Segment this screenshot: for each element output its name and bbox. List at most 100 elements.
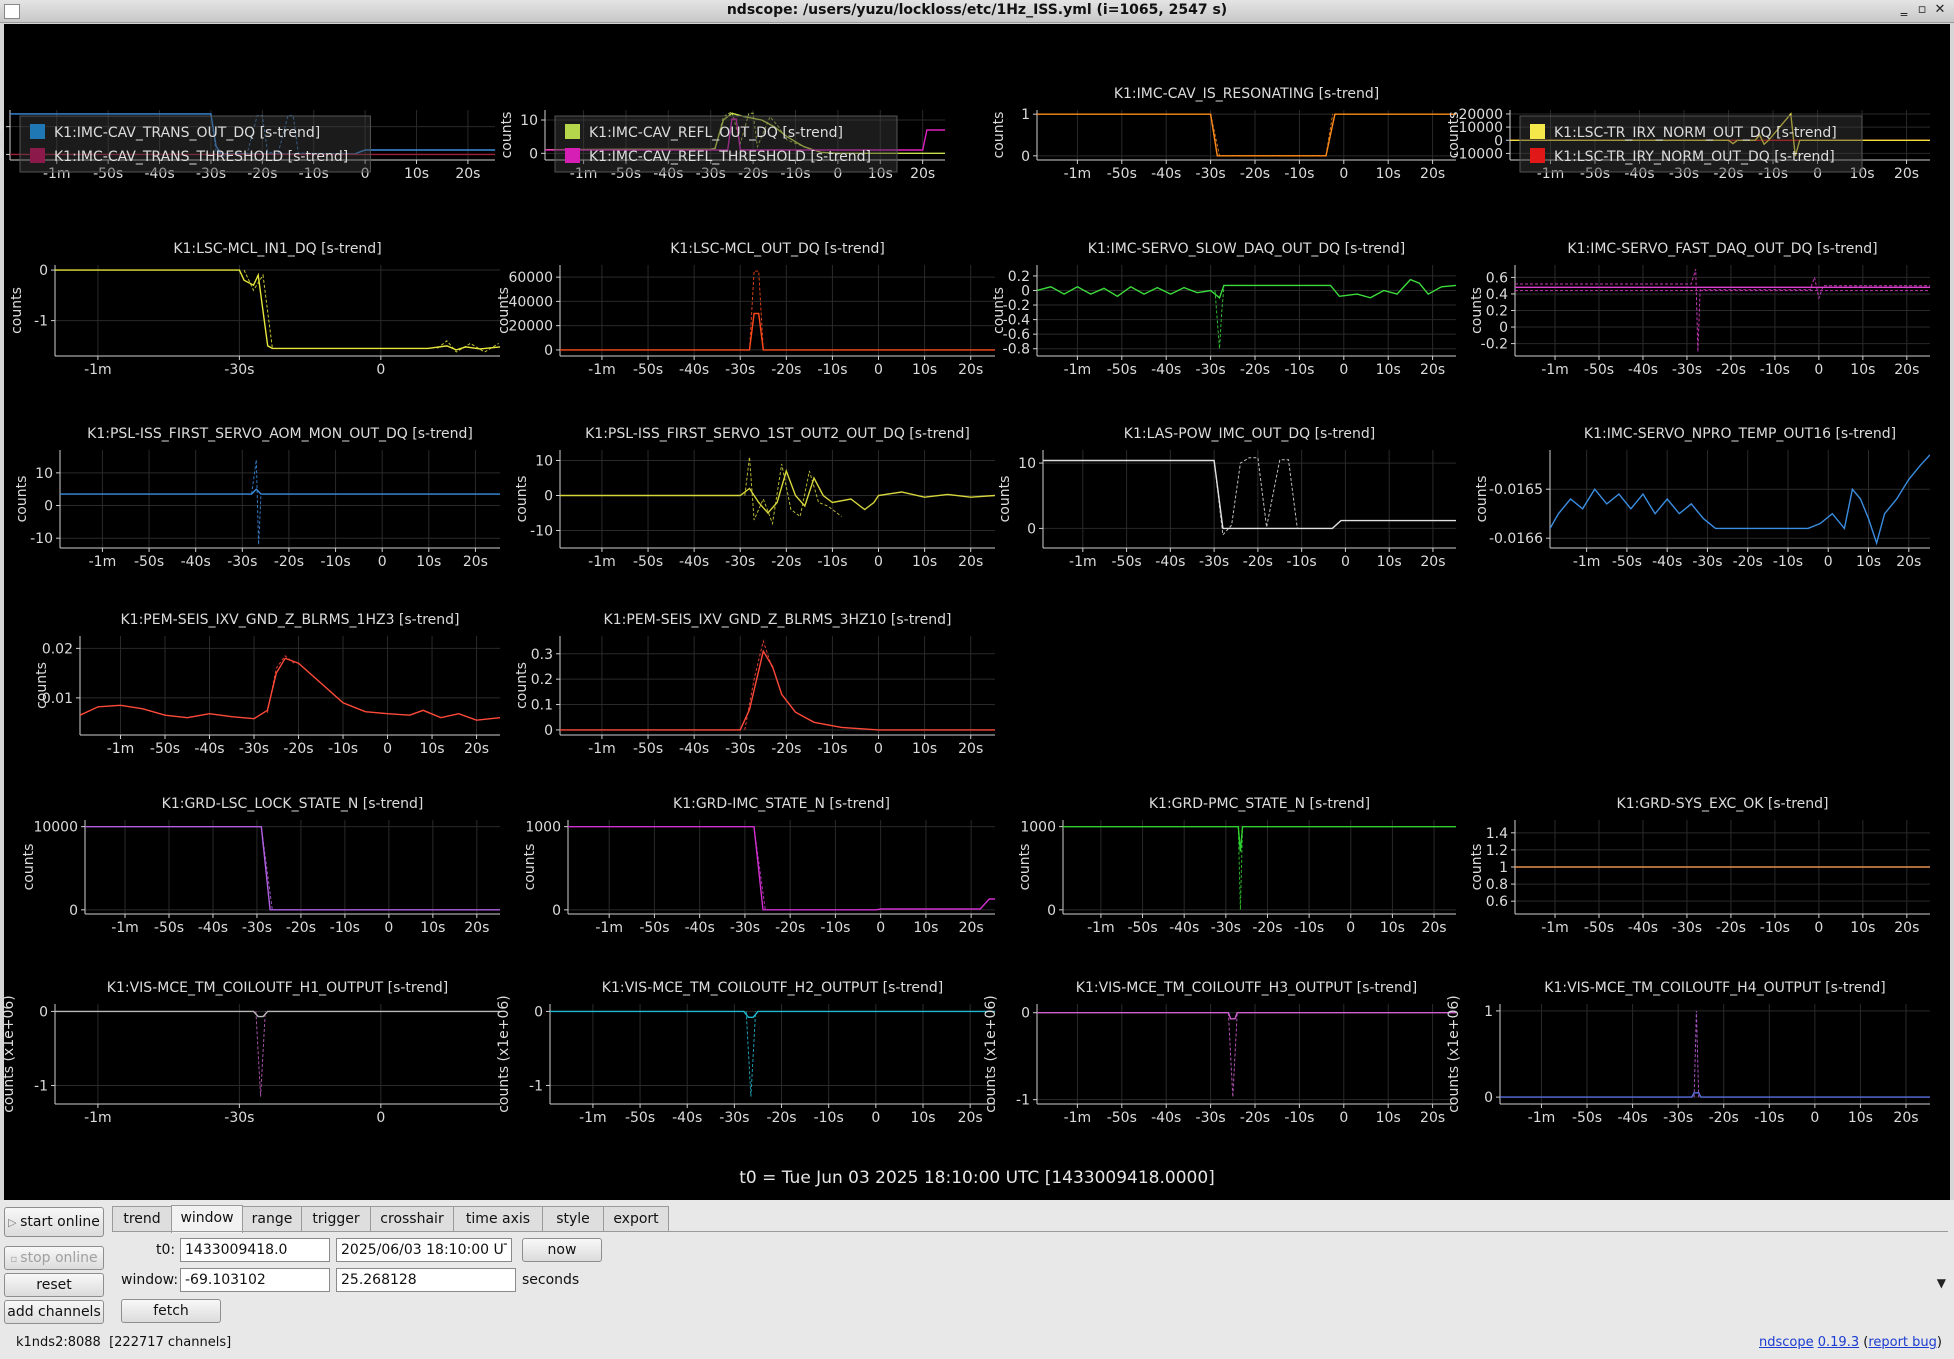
- plot-canvas[interactable]: -1m -50s -40s -30s -20s -10s 0 10s 20s -10 0 10 coun…: [514, 426, 995, 570]
- plot-p8[interactable]: -1m -50s -40s -30s -20s -10s 0 10s 20s -0.2 0 0.2 0.…: [1469, 241, 1930, 378]
- plot-p13[interactable]: -1m -50s -40s -30s -20s -10s 0 10s 20s 0.01 0.02 co…: [34, 612, 500, 757]
- window-start-input[interactable]: [180, 1268, 330, 1292]
- plot-legend[interactable]: K1:LSC-TR_IRX_NORM_OUT_DQ [s-trend] K1:LS…: [1519, 115, 1863, 173]
- plot-p19[interactable]: -1m -30s 0 -1 0 counts (x1e+06) K1:VIS-MCE_TM_…: [1, 980, 500, 1126]
- x-tick-label: 0: [1814, 362, 1823, 378]
- plot-p22[interactable]: -1m -50s -40s -30s -20s -10s 0 10s 20s 0 1 counts (…: [1446, 980, 1930, 1126]
- t0-gps-input[interactable]: [180, 1238, 330, 1262]
- y-axis-label: counts: [496, 287, 512, 334]
- legend-swatch: [1530, 148, 1545, 163]
- plot-p9[interactable]: -1m -50s -40s -30s -20s -10s 0 10s 20s -10 0 10 coun…: [14, 426, 500, 570]
- tab-time-axis[interactable]: time axis: [453, 1206, 543, 1232]
- plot-canvas[interactable]: -1m -50s -40s -30s -20s -10s 0 10s 20s-100000100…: [1446, 107, 1930, 182]
- fetch-button[interactable]: fetch: [121, 1299, 221, 1323]
- plot-p11[interactable]: -1m -50s -40s -30s -20s -10s 0 10s 20s 0 10 counts K…: [997, 426, 1456, 570]
- y-tick-label: 0: [544, 723, 553, 739]
- plot-canvas[interactable]: -1m -50s -40s -30s -20s -10s 0 10s 20s 0 1 counts K1…: [991, 86, 1456, 182]
- plot-canvas[interactable]: -1m -50s -40s -30s -20s -10s 0 10s 20s-0.200.20.…: [1469, 241, 1930, 378]
- plot-canvas[interactable]: -1m -50s -40s -30s -20s -10s 0 10s 20s -1 0 counts …: [496, 980, 995, 1126]
- plot-canvas[interactable]: -1m -50s -40s -30s -20s -10s 0 10s 20s 0 10000 coun…: [21, 796, 500, 936]
- plot-canvas[interactable]: -1m -50s -40s -30s -20s -10s 0 10s 20s-0.8-0.6-0…: [991, 241, 1456, 378]
- plot-canvas[interactable]: -1m -50s -40s -30s -20s -10s 0 10s 20s -1 0 counts …: [983, 980, 1456, 1126]
- plot-p2[interactable]: -1m -50s -40s -30s -20s -10s 0 10s 20s 0 10 counts K…: [499, 110, 945, 182]
- trend-minmax-line: [744, 639, 773, 730]
- x-tick-label: -10s: [330, 920, 360, 936]
- minimize-icon[interactable]: ‗: [1896, 2, 1912, 17]
- tab-trend[interactable]: trend: [112, 1206, 172, 1232]
- trend-minmax-line: [1213, 457, 1298, 537]
- plot-p17[interactable]: -1m -50s -40s -30s -20s -10s 0 10s 20s 0 1000 count…: [1017, 796, 1456, 936]
- plot-p21[interactable]: -1m -50s -40s -30s -20s -10s 0 10s 20s -1 0 counts …: [983, 980, 1456, 1126]
- ndscope-link[interactable]: ndscope: [1759, 1335, 1814, 1350]
- plot-p6[interactable]: -1m -50s -40s -30s -20s -10s 0 10s 20s 0 20000 4000…: [496, 241, 995, 378]
- plot-p14[interactable]: -1m -50s -40s -30s -20s -10s 0 10s 20s 0 0.1 0.2 0.3…: [514, 612, 995, 757]
- start-online-button[interactable]: ▷ start online: [4, 1207, 104, 1237]
- plot-p20[interactable]: -1m -50s -40s -30s -20s -10s 0 10s 20s -1 0 counts …: [496, 980, 995, 1126]
- plot-p18[interactable]: -1m -50s -40s -30s -20s -10s 0 10s 20s 0.6 0.8 1 1.2…: [1469, 796, 1930, 936]
- plot-p4[interactable]: -1m -50s -40s -30s -20s -10s 0 10s 20s -10000 0 100…: [1446, 107, 1930, 182]
- tab-range[interactable]: range: [242, 1206, 302, 1232]
- plot-canvas[interactable]: -1m -50s -40s -30s -20s -10s 0 10s 20s 0 1000 count…: [1017, 796, 1456, 936]
- x-tick-label: -40s: [1652, 554, 1682, 570]
- window-titlebar[interactable]: ndscope: /users/yuzu/lockloss/etc/1Hz_IS…: [0, 0, 1954, 23]
- t0-field-label: t0:: [156, 1242, 176, 1258]
- maximize-icon[interactable]: ▫: [1914, 2, 1930, 17]
- plot-canvas[interactable]: -1m-50s-40s-30s-20s-10s010s20s010countsK…: [499, 110, 945, 182]
- plot-canvas[interactable]: -1m -50s -40s -30s -20s -10s 0 10s 20s 0 1 counts (…: [1446, 980, 1930, 1126]
- t0-utc-input[interactable]: [336, 1238, 512, 1262]
- plot-canvas[interactable]: -1m -30s 0 -1 0 counts K1:LSC-MCL_IN1_DQ [s-tr…: [9, 241, 500, 378]
- plot-p16[interactable]: -1m -50s -40s -30s -20s -10s 0 10s 20s 0 1000 count…: [522, 796, 995, 936]
- close-icon[interactable]: ✕: [1932, 2, 1948, 17]
- plot-p10[interactable]: -1m -50s -40s -30s -20s -10s 0 10s 20s -10 0 10 coun…: [514, 426, 995, 570]
- tab-crosshair[interactable]: crosshair: [370, 1206, 454, 1232]
- y-tick-label: -1: [34, 1078, 48, 1094]
- t0-label: t0 = Tue Jun 03 2025 18:10:00 UTC [14330…: [739, 1168, 1215, 1188]
- x-tick-label: 20s: [1893, 1110, 1918, 1126]
- plot-canvas[interactable]: -1m -50s -40s -30s -20s -10s 0 10s 20s 0 0.1 0.2 0.3…: [514, 612, 995, 757]
- report-bug-link[interactable]: report bug: [1868, 1335, 1937, 1350]
- version-link[interactable]: 0.19.3: [1818, 1335, 1859, 1350]
- reset-button[interactable]: reset: [4, 1273, 104, 1297]
- stop-online-button[interactable]: ▫ stop online: [4, 1246, 104, 1270]
- plot-canvas[interactable]: -1m -50s -40s -30s -20s -10s 0 10s 20s 0.60.811.2…: [1469, 796, 1930, 936]
- tab-window[interactable]: window: [171, 1205, 243, 1233]
- plot-canvas[interactable]: -1m -50s -40s -30s -20s -10s 0 10s 20s -10 0 10 coun…: [14, 426, 500, 570]
- plot-canvas[interactable]: -1m -50s -40s -30s -20s -10s 0 10s 20s0.010.02co…: [34, 612, 500, 757]
- x-tick-label: 0: [1824, 554, 1833, 570]
- plot-title: K1:VIS-MCE_TM_COILOUTF_H2_OUTPUT [s-tren…: [602, 980, 943, 996]
- expand-arrow-icon[interactable]: ▼: [1937, 1276, 1946, 1290]
- plot-p3[interactable]: -1m -50s -40s -30s -20s -10s 0 10s 20s 0 1 counts K1…: [991, 86, 1456, 182]
- plot-canvas[interactable]: -1m -50s -40s -30s -20s -10s 0 10s 20s -0.0166 -0.…: [1474, 426, 1930, 570]
- plot-canvas[interactable]: -1m-50s-40s-30s-20s-10s010s20s010countsK…: [997, 426, 1456, 570]
- plot-p1[interactable]: -1m-50s-40s-30s-20s-10s010s20s010countsK…: [0, 110, 495, 182]
- tab-trigger[interactable]: trigger: [301, 1206, 371, 1232]
- play-icon: ▷: [8, 1216, 21, 1229]
- channel-count: [222717 channels]: [109, 1335, 232, 1350]
- window-end-input[interactable]: [336, 1268, 516, 1292]
- trend-mean-line: [60, 488, 500, 495]
- x-tick-label: 0: [876, 920, 885, 936]
- plot-legend[interactable]: K1:IMC-CAV_TRANS_OUT_DQ [s-trend] K1:IMC-…: [19, 115, 371, 173]
- plot-p5[interactable]: -1m -30s 0 -1 0 counts K1:LSC-MCL_IN1_DQ [s-tr…: [9, 241, 500, 378]
- plot-canvas[interactable]: -1m -30s 0 -1 0 counts (x1e+06) K1:VIS-MCE_TM_…: [1, 980, 500, 1126]
- tab-style[interactable]: style: [542, 1206, 604, 1232]
- plot-legend[interactable]: K1:IMC-CAV_REFL_OUT_DQ [s-trend] K1:IMC-C…: [554, 115, 898, 173]
- plot-p15[interactable]: -1m -50s -40s -30s -20s -10s 0 10s 20s 0 10000 coun…: [21, 796, 500, 936]
- plot-p12[interactable]: -1m -50s -40s -30s -20s -10s 0 10s 20s -0.0166 -0.…: [1474, 426, 1930, 570]
- x-tick-label: 0: [874, 741, 883, 757]
- plot-canvas[interactable]: -1m -50s -40s -30s -20s -10s 0 10s 20s 0 1000 count…: [522, 796, 995, 936]
- x-tick-label: -50s: [1584, 920, 1614, 936]
- x-tick-label: 20s: [910, 166, 935, 182]
- y-tick-label: 60000: [508, 270, 553, 286]
- add-channels-button[interactable]: add channels: [4, 1300, 104, 1324]
- x-tick-label: -20s: [1252, 920, 1282, 936]
- plot-canvas[interactable]: -1m -50s -40s -30s -20s -10s 0 10s 20s 0 20000 4000…: [496, 241, 995, 378]
- plot-p7[interactable]: -1m -50s -40s -30s -20s -10s 0 10s 20s -0.8 -0.6 -0…: [991, 241, 1456, 378]
- plot-grid[interactable]: t0 = Tue Jun 03 2025 18:10:00 UTC [14330…: [0, 24, 1950, 1200]
- now-button[interactable]: now: [522, 1238, 602, 1262]
- trend-minmax-line: [266, 655, 295, 713]
- tab-export[interactable]: export: [603, 1206, 669, 1232]
- y-tick-label: 1: [1021, 107, 1030, 123]
- legend-entry: K1:LSC-TR_IRY_NORM_OUT_DQ [s-trend]: [1554, 149, 1835, 165]
- plot-canvas[interactable]: -1m-50s-40s-30s-20s-10s010s20s010countsK…: [0, 110, 495, 182]
